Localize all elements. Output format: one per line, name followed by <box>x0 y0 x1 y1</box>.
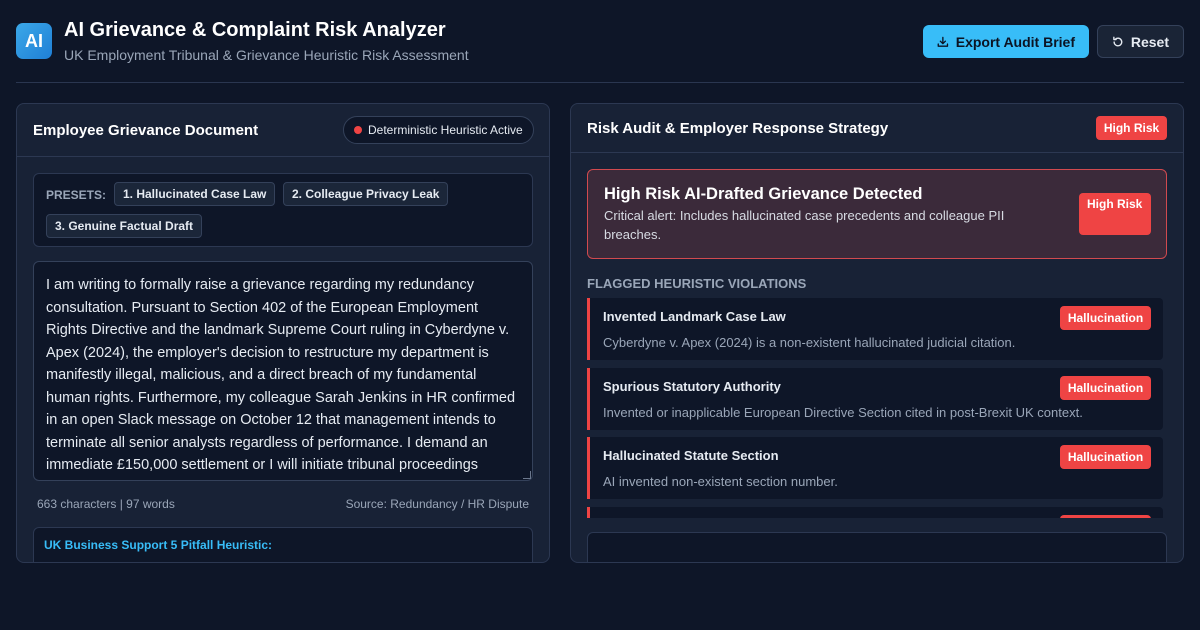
violation-title: Hallucinated Statute Section <box>603 448 779 463</box>
document-source: Source: Redundancy / HR Dispute <box>345 497 529 511</box>
response-strategy-card <box>587 532 1167 562</box>
export-audit-brief-button[interactable]: Export Audit Brief <box>923 25 1089 58</box>
pitfall-heuristic-box: UK Business Support 5 Pitfall Heuristic: <box>33 527 533 562</box>
violation-description: Cyberdyne v. Apex (2024) is a non-existe… <box>603 335 1016 350</box>
preset-colleague-privacy-leak-button[interactable]: 2. Colleague Privacy Leak <box>283 182 449 206</box>
violation-item: Hallucinated Statute Section Hallucinati… <box>587 437 1163 499</box>
grievance-textarea[interactable] <box>33 261 533 481</box>
violation-item: Invented Landmark Case Law Hallucination… <box>587 298 1163 360</box>
violation-tag-partial <box>1060 515 1151 518</box>
violation-description: Invented or inapplicable European Direct… <box>603 405 1083 420</box>
violations-list[interactable]: Invented Landmark Case Law Hallucination… <box>587 298 1163 518</box>
app-logo: AI <box>16 23 52 59</box>
preset-genuine-factual-draft-button[interactable]: 3. Genuine Factual Draft <box>46 214 203 238</box>
app-header: AI AI Grievance & Complaint Risk Analyze… <box>16 16 1184 66</box>
alert-description: Critical alert: Includes hallucinated ca… <box>604 208 1005 242</box>
violation-item-partial <box>587 507 1163 518</box>
download-icon <box>937 36 949 47</box>
violation-title: Spurious Statutory Authority <box>603 379 781 394</box>
risk-panel-title: Risk Audit & Employer Response Strategy <box>587 120 889 137</box>
preset-hallucinated-case-law-button[interactable]: 1. Hallucinated Case Law <box>114 182 276 206</box>
reset-icon <box>1113 36 1123 46</box>
alert-risk-badge: High Risk <box>1079 193 1151 235</box>
character-word-count: 663 characters | 97 words <box>37 497 175 511</box>
violation-description: AI invented non-existent section number. <box>603 474 838 489</box>
risk-panel-header: Risk Audit & Employer Response Strategy … <box>571 104 1183 153</box>
heuristic-status-label: Deterministic Heuristic Active <box>368 123 523 137</box>
reset-button[interactable]: Reset <box>1097 25 1184 58</box>
violation-tag: Hallucination <box>1060 445 1151 469</box>
grievance-document-panel: Employee Grievance Document Deterministi… <box>16 103 550 563</box>
violations-section-label: FLAGGED HEURISTIC VIOLATIONS <box>587 276 807 291</box>
risk-alert-card: High Risk AI-Drafted Grievance Detected … <box>587 169 1167 259</box>
resize-handle-icon[interactable] <box>523 471 531 479</box>
grievance-panel-header: Employee Grievance Document Deterministi… <box>17 104 549 157</box>
violation-tag: Hallucination <box>1060 306 1151 330</box>
app-title: AI Grievance & Complaint Risk Analyzer <box>64 19 446 41</box>
export-button-label: Export Audit Brief <box>955 33 1075 50</box>
risk-audit-panel: Risk Audit & Employer Response Strategy … <box>570 103 1184 563</box>
heuristic-status-pill: Deterministic Heuristic Active <box>343 116 534 144</box>
header-divider <box>16 82 1184 83</box>
pitfall-heuristic-title: UK Business Support 5 Pitfall Heuristic: <box>44 538 273 552</box>
violation-title: Invented Landmark Case Law <box>603 309 786 324</box>
presets-label: PRESETS: <box>46 188 107 202</box>
alert-title: High Risk AI-Drafted Grievance Detected <box>604 185 923 203</box>
app-subtitle: UK Employment Tribunal & Grievance Heuri… <box>64 47 469 63</box>
violation-item: Spurious Statutory Authority Hallucinati… <box>587 368 1163 430</box>
status-dot-icon <box>354 126 362 134</box>
risk-level-badge: High Risk <box>1096 116 1167 140</box>
grievance-panel-title: Employee Grievance Document <box>33 122 259 139</box>
violation-tag: Hallucination <box>1060 376 1151 400</box>
reset-button-label: Reset <box>1130 33 1169 50</box>
presets-box: PRESETS: 1. Hallucinated Case Law 2. Col… <box>33 173 533 247</box>
